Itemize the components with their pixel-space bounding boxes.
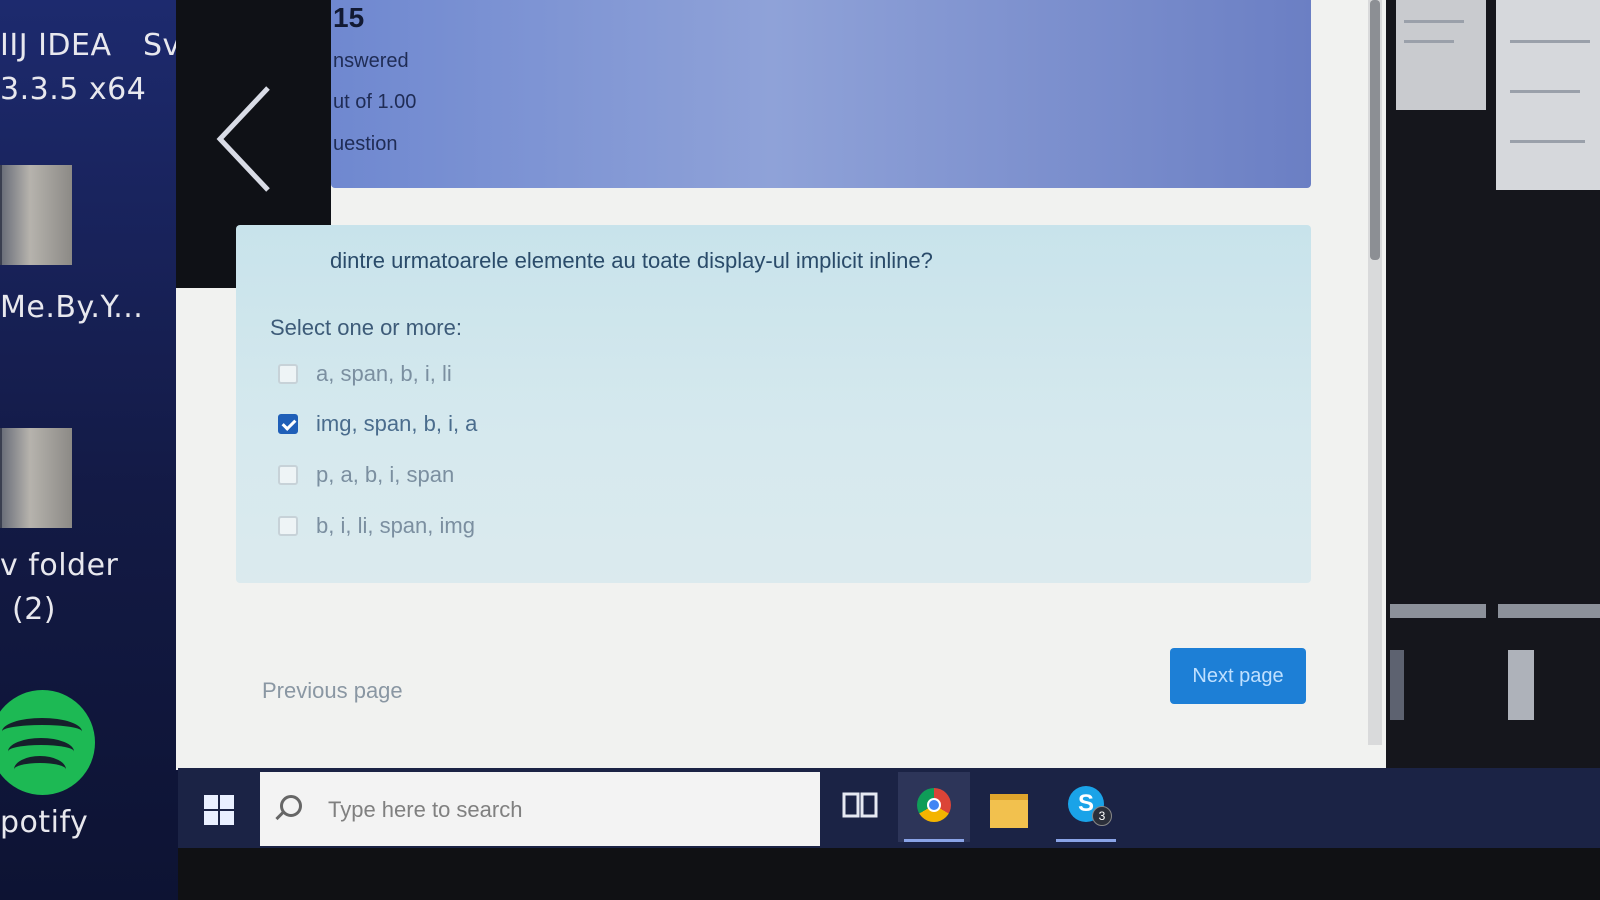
- window-thumbnail[interactable]: [1396, 0, 1486, 110]
- answer-option[interactable]: p, a, b, i, span: [278, 461, 454, 489]
- panel-tab[interactable]: [1390, 604, 1486, 618]
- panel-strip: [1390, 650, 1404, 720]
- answer-option-label[interactable]: b, i, li, span, img: [316, 513, 475, 539]
- thumbnail-line: [1510, 40, 1590, 43]
- task-view-button[interactable]: [824, 772, 896, 842]
- question-text: dintre urmatoarele elemente au toate dis…: [330, 248, 933, 273]
- scrollbar-thumb[interactable]: [1370, 0, 1380, 260]
- answer-option-label[interactable]: img, span, b, i, a: [316, 411, 477, 437]
- thumbnail-line: [1510, 140, 1585, 143]
- desktop-icon-label-spotify[interactable]: potify: [0, 805, 88, 840]
- question-number: 15: [333, 2, 365, 33]
- answer-option[interactable]: b, i, li, span, img: [278, 512, 475, 540]
- answer-option[interactable]: img, span, b, i, a: [278, 410, 477, 438]
- flag-question-link[interactable]: uestion: [333, 133, 398, 156]
- thumbnail-line: [1404, 20, 1464, 23]
- answer-checkbox[interactable]: [278, 364, 298, 384]
- answer-checkbox[interactable]: [278, 465, 298, 485]
- panel-tab[interactable]: [1498, 604, 1600, 618]
- chrome-taskbar-button[interactable]: [898, 772, 970, 842]
- answer-checkbox-checked[interactable]: [278, 414, 298, 434]
- folder-icon[interactable]: [0, 428, 72, 528]
- active-indicator: [1056, 839, 1116, 842]
- desktop-icon-label-intellij-version[interactable]: 3.3.5 x64: [0, 72, 146, 107]
- search-icon: [280, 795, 302, 817]
- previous-page-link[interactable]: Previous page: [262, 678, 403, 704]
- desktop-icon-label-video[interactable]: Me.By.Y...: [0, 290, 143, 325]
- file-explorer-icon: [990, 794, 1028, 828]
- answer-option[interactable]: a, span, b, i, li: [278, 360, 452, 388]
- task-view-icon: [842, 792, 878, 818]
- windows-logo-icon[interactable]: [204, 795, 234, 825]
- thumbnail-line: [1510, 90, 1580, 93]
- question-mark: ut of 1.00: [333, 91, 417, 113]
- file-explorer-taskbar-button[interactable]: [974, 772, 1046, 842]
- desktop-icon-label-intellij[interactable]: IIJ IDEA: [0, 28, 112, 63]
- answer-prompt: Select one or more:: [270, 315, 462, 340]
- question-info-box: [331, 0, 1311, 188]
- answer-checkbox[interactable]: [278, 516, 298, 536]
- window-thumbnail[interactable]: [1496, 0, 1600, 190]
- folder-icon[interactable]: [0, 165, 72, 265]
- active-indicator: [904, 839, 964, 842]
- answer-option-label[interactable]: a, span, b, i, li: [316, 361, 452, 387]
- thumbnail-line: [1404, 40, 1454, 43]
- chrome-icon: [917, 788, 951, 822]
- desktop-icon-label-new-folder[interactable]: v folder: [0, 548, 118, 583]
- notification-badge: 3: [1092, 806, 1112, 826]
- next-page-button[interactable]: Next page: [1170, 648, 1306, 704]
- question-status: nswered: [333, 50, 409, 72]
- answer-option-label[interactable]: p, a, b, i, span: [316, 462, 454, 488]
- skype-taskbar-button[interactable]: S 3: [1050, 772, 1122, 842]
- taskbar-search-placeholder[interactable]: Type here to search: [328, 797, 522, 823]
- desktop-icon-label-new-folder-count[interactable]: (2): [12, 592, 56, 627]
- panel-strip: [1508, 650, 1534, 720]
- back-chevron-icon[interactable]: [212, 84, 282, 194]
- monitor-bezel: [178, 848, 1600, 900]
